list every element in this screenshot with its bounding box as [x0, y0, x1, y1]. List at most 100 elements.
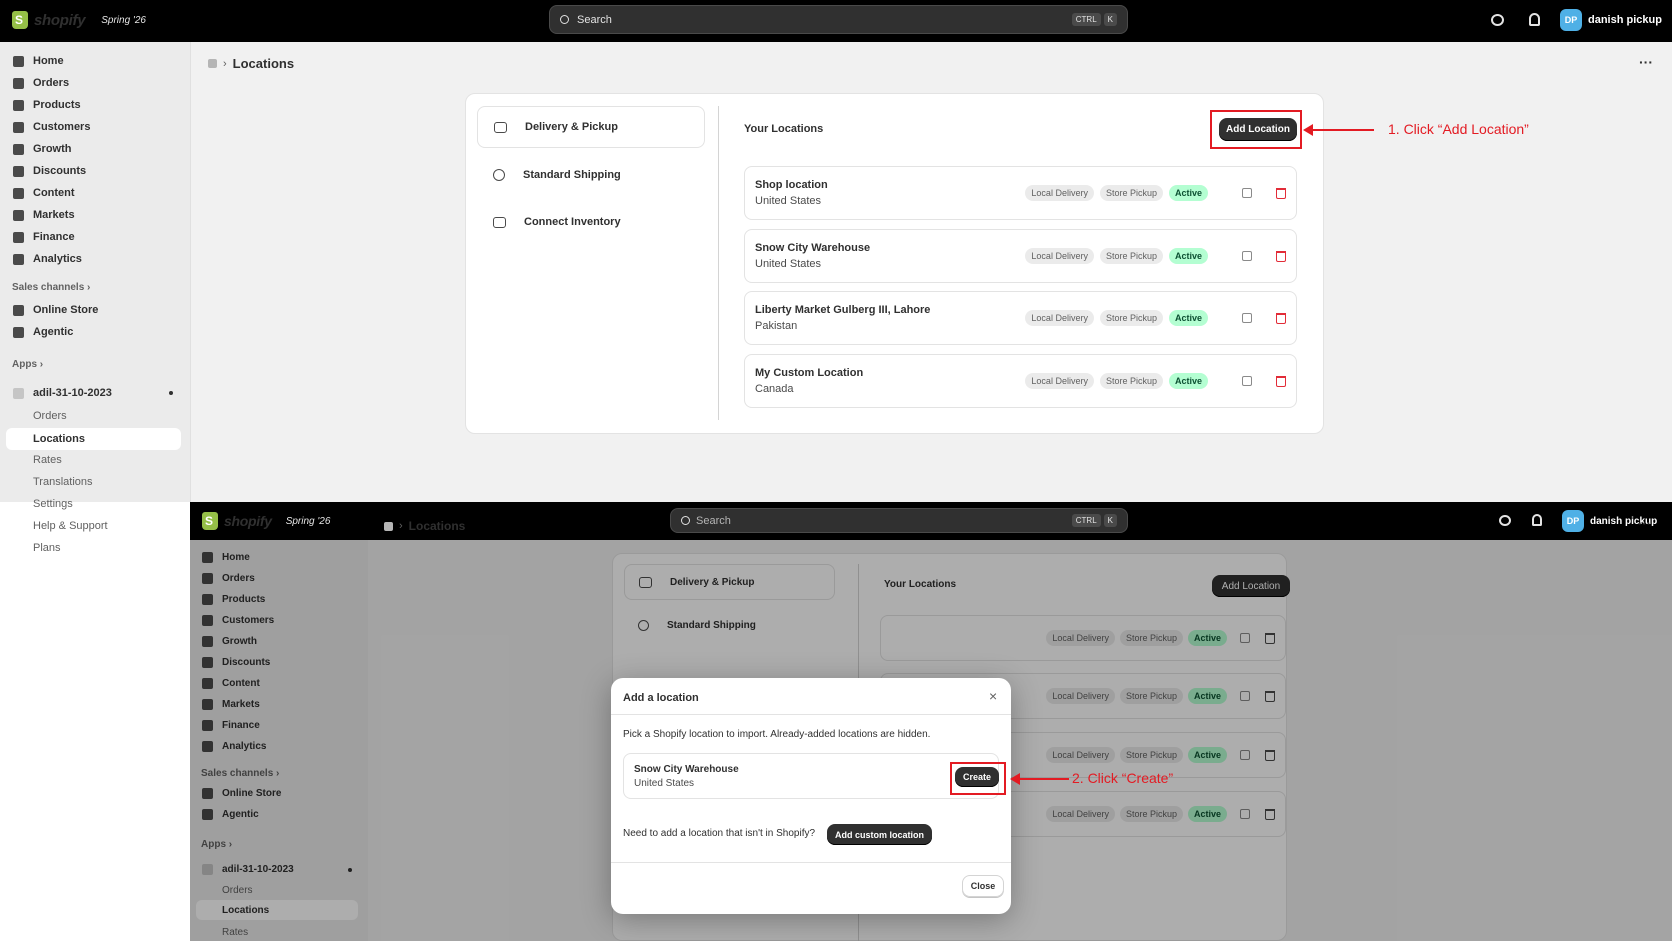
orders-icon: [13, 77, 24, 89]
trash-icon[interactable]: [1276, 375, 1286, 387]
brand-name: shopify: [34, 11, 86, 29]
sidebar-sub-orders[interactable]: Orders: [13, 410, 67, 422]
callout-step2: 2. Click “Create”: [1072, 770, 1174, 786]
sidebar-item-markets[interactable]: Markets: [13, 209, 75, 221]
shopify-logo[interactable]: shopify Spring '26: [202, 512, 330, 530]
sidebar-item-online-store[interactable]: Online Store: [13, 304, 98, 316]
breadcrumb-app-icon[interactable]: [384, 521, 393, 531]
page-title: Locations: [232, 56, 295, 71]
tag-icon: [13, 99, 24, 111]
breadcrumb: › Locations: [208, 56, 294, 71]
sidebar-item-finance[interactable]: Finance: [13, 231, 75, 243]
shortcut-k: K: [1103, 13, 1117, 26]
breadcrumb-app-icon[interactable]: [208, 59, 217, 68]
bell-icon[interactable]: [1532, 514, 1542, 526]
sidebar-item-analytics[interactable]: Analytics: [13, 253, 82, 265]
status-badge: Active: [1168, 248, 1208, 264]
sidebar-sub-plans[interactable]: Plans: [13, 542, 61, 554]
custom-location-prompt: Need to add a location that isn't in Sho…: [623, 828, 816, 839]
edit-icon[interactable]: [1242, 188, 1252, 198]
tab-standard-shipping[interactable]: Standard Shipping: [477, 158, 705, 192]
local-delivery-badge: Local Delivery: [1025, 248, 1094, 264]
sales-channels-heading[interactable]: Sales channels ›: [12, 282, 90, 293]
avatar: DP: [1560, 9, 1582, 31]
bell-icon[interactable]: [1529, 13, 1540, 26]
support-icon[interactable]: [1499, 515, 1511, 526]
store-pickup-badge: Store Pickup: [1099, 373, 1163, 389]
pin-dot-icon: [169, 391, 173, 395]
modal-footer-divider: [611, 862, 1011, 863]
status-badge: Active: [1168, 373, 1208, 389]
more-actions-icon[interactable]: ···: [1638, 516, 1651, 531]
local-delivery-badge: Local Delivery: [1025, 310, 1094, 326]
growth-icon: [13, 143, 24, 155]
page-title: Locations: [408, 519, 466, 533]
person-icon: [13, 121, 24, 133]
sidebar-sub-settings[interactable]: Settings: [13, 498, 73, 510]
version-label: Spring '26: [285, 515, 331, 527]
sidebar-item-content[interactable]: Content: [13, 187, 75, 199]
modal-description: Pick a Shopify location to import. Alrea…: [623, 729, 931, 740]
edit-icon[interactable]: [1242, 376, 1252, 386]
location-row: Shop location United States Local Deliver…: [744, 166, 1297, 220]
sidebar-item-orders[interactable]: Orders: [13, 77, 69, 89]
location-row: My Custom Location Canada Local Delivery …: [744, 354, 1297, 408]
arrow-step2: [1010, 773, 1069, 785]
search-bar[interactable]: Search CTRL K: [549, 5, 1128, 34]
sidebar-item-products[interactable]: Products: [13, 99, 81, 111]
shortcut-ctrl: CTRL: [1071, 514, 1101, 527]
store-icon: [13, 304, 24, 316]
bank-icon: [13, 231, 24, 243]
search-placeholder: Search: [577, 13, 612, 26]
second-screenshot: shopify Spring '26 Search CTRL K DP dani…: [190, 502, 1672, 941]
edit-icon[interactable]: [1242, 251, 1252, 261]
card-divider: [718, 106, 719, 420]
agentic-icon: [13, 326, 24, 338]
apps-heading[interactable]: Apps ›: [12, 359, 43, 370]
trash-icon[interactable]: [1276, 312, 1286, 324]
local-delivery-badge: Local Delivery: [1025, 373, 1094, 389]
sidebar: Home Orders Products Customers Growth Di…: [0, 42, 191, 554]
add-custom-location-button[interactable]: Add custom location: [827, 824, 932, 845]
location-name: Snow City Warehouse: [755, 242, 871, 254]
avatar: DP: [1562, 510, 1584, 532]
sidebar-sub-translations[interactable]: Translations: [13, 476, 93, 488]
search-placeholder: Search: [696, 514, 731, 527]
trash-icon[interactable]: [1276, 250, 1286, 262]
store-pickup-badge: Store Pickup: [1099, 248, 1163, 264]
location-country: Pakistan: [755, 320, 798, 332]
tab-connect-inventory[interactable]: Connect Inventory: [477, 205, 705, 239]
close-button[interactable]: Close: [962, 875, 1004, 897]
shortcut-k: K: [1103, 514, 1117, 527]
trash-icon[interactable]: [1276, 187, 1286, 199]
option-name: Snow City Warehouse: [634, 763, 739, 775]
more-actions-icon[interactable]: ···: [1639, 54, 1653, 70]
support-icon[interactable]: [1491, 14, 1504, 26]
sidebar-sub-locations[interactable]: Locations: [6, 428, 181, 450]
sidebar-app-item[interactable]: adil-31-10-2023: [13, 387, 173, 399]
sidebar-sub-help[interactable]: Help & Support: [13, 520, 108, 532]
breadcrumb: › Locations: [384, 519, 465, 533]
truck-icon: [494, 121, 507, 133]
sidebar-item-agentic[interactable]: Agentic: [13, 326, 73, 338]
sidebar-item-growth[interactable]: Growth: [13, 143, 72, 155]
chart-icon: [13, 253, 24, 265]
store-pickup-badge: Store Pickup: [1099, 310, 1163, 326]
edit-icon[interactable]: [1242, 313, 1252, 323]
search-bar[interactable]: Search CTRL K: [670, 508, 1128, 533]
sidebar-sub-rates[interactable]: Rates: [13, 454, 62, 466]
location-row: Snow City Warehouse United States Local D…: [744, 229, 1297, 283]
tab-delivery-pickup[interactable]: Delivery & Pickup: [477, 106, 705, 148]
location-name: My Custom Location: [755, 367, 864, 379]
shopify-logo[interactable]: shopify Spring '26: [12, 11, 146, 29]
user-menu[interactable]: DP danish pickup: [1560, 9, 1662, 31]
sidebar-item-discounts[interactable]: Discounts: [13, 165, 86, 177]
location-country: Canada: [755, 383, 794, 395]
close-icon[interactable]: ×: [989, 688, 997, 704]
modal-title: Add a location: [623, 692, 699, 704]
sidebar-item-home[interactable]: Home: [13, 55, 64, 67]
globe-icon: [13, 209, 24, 221]
sidebar-item-customers[interactable]: Customers: [13, 121, 90, 133]
add-location-modal: Add a location × Pick a Shopify location…: [611, 678, 1011, 914]
shopify-bag-icon: [202, 512, 218, 530]
